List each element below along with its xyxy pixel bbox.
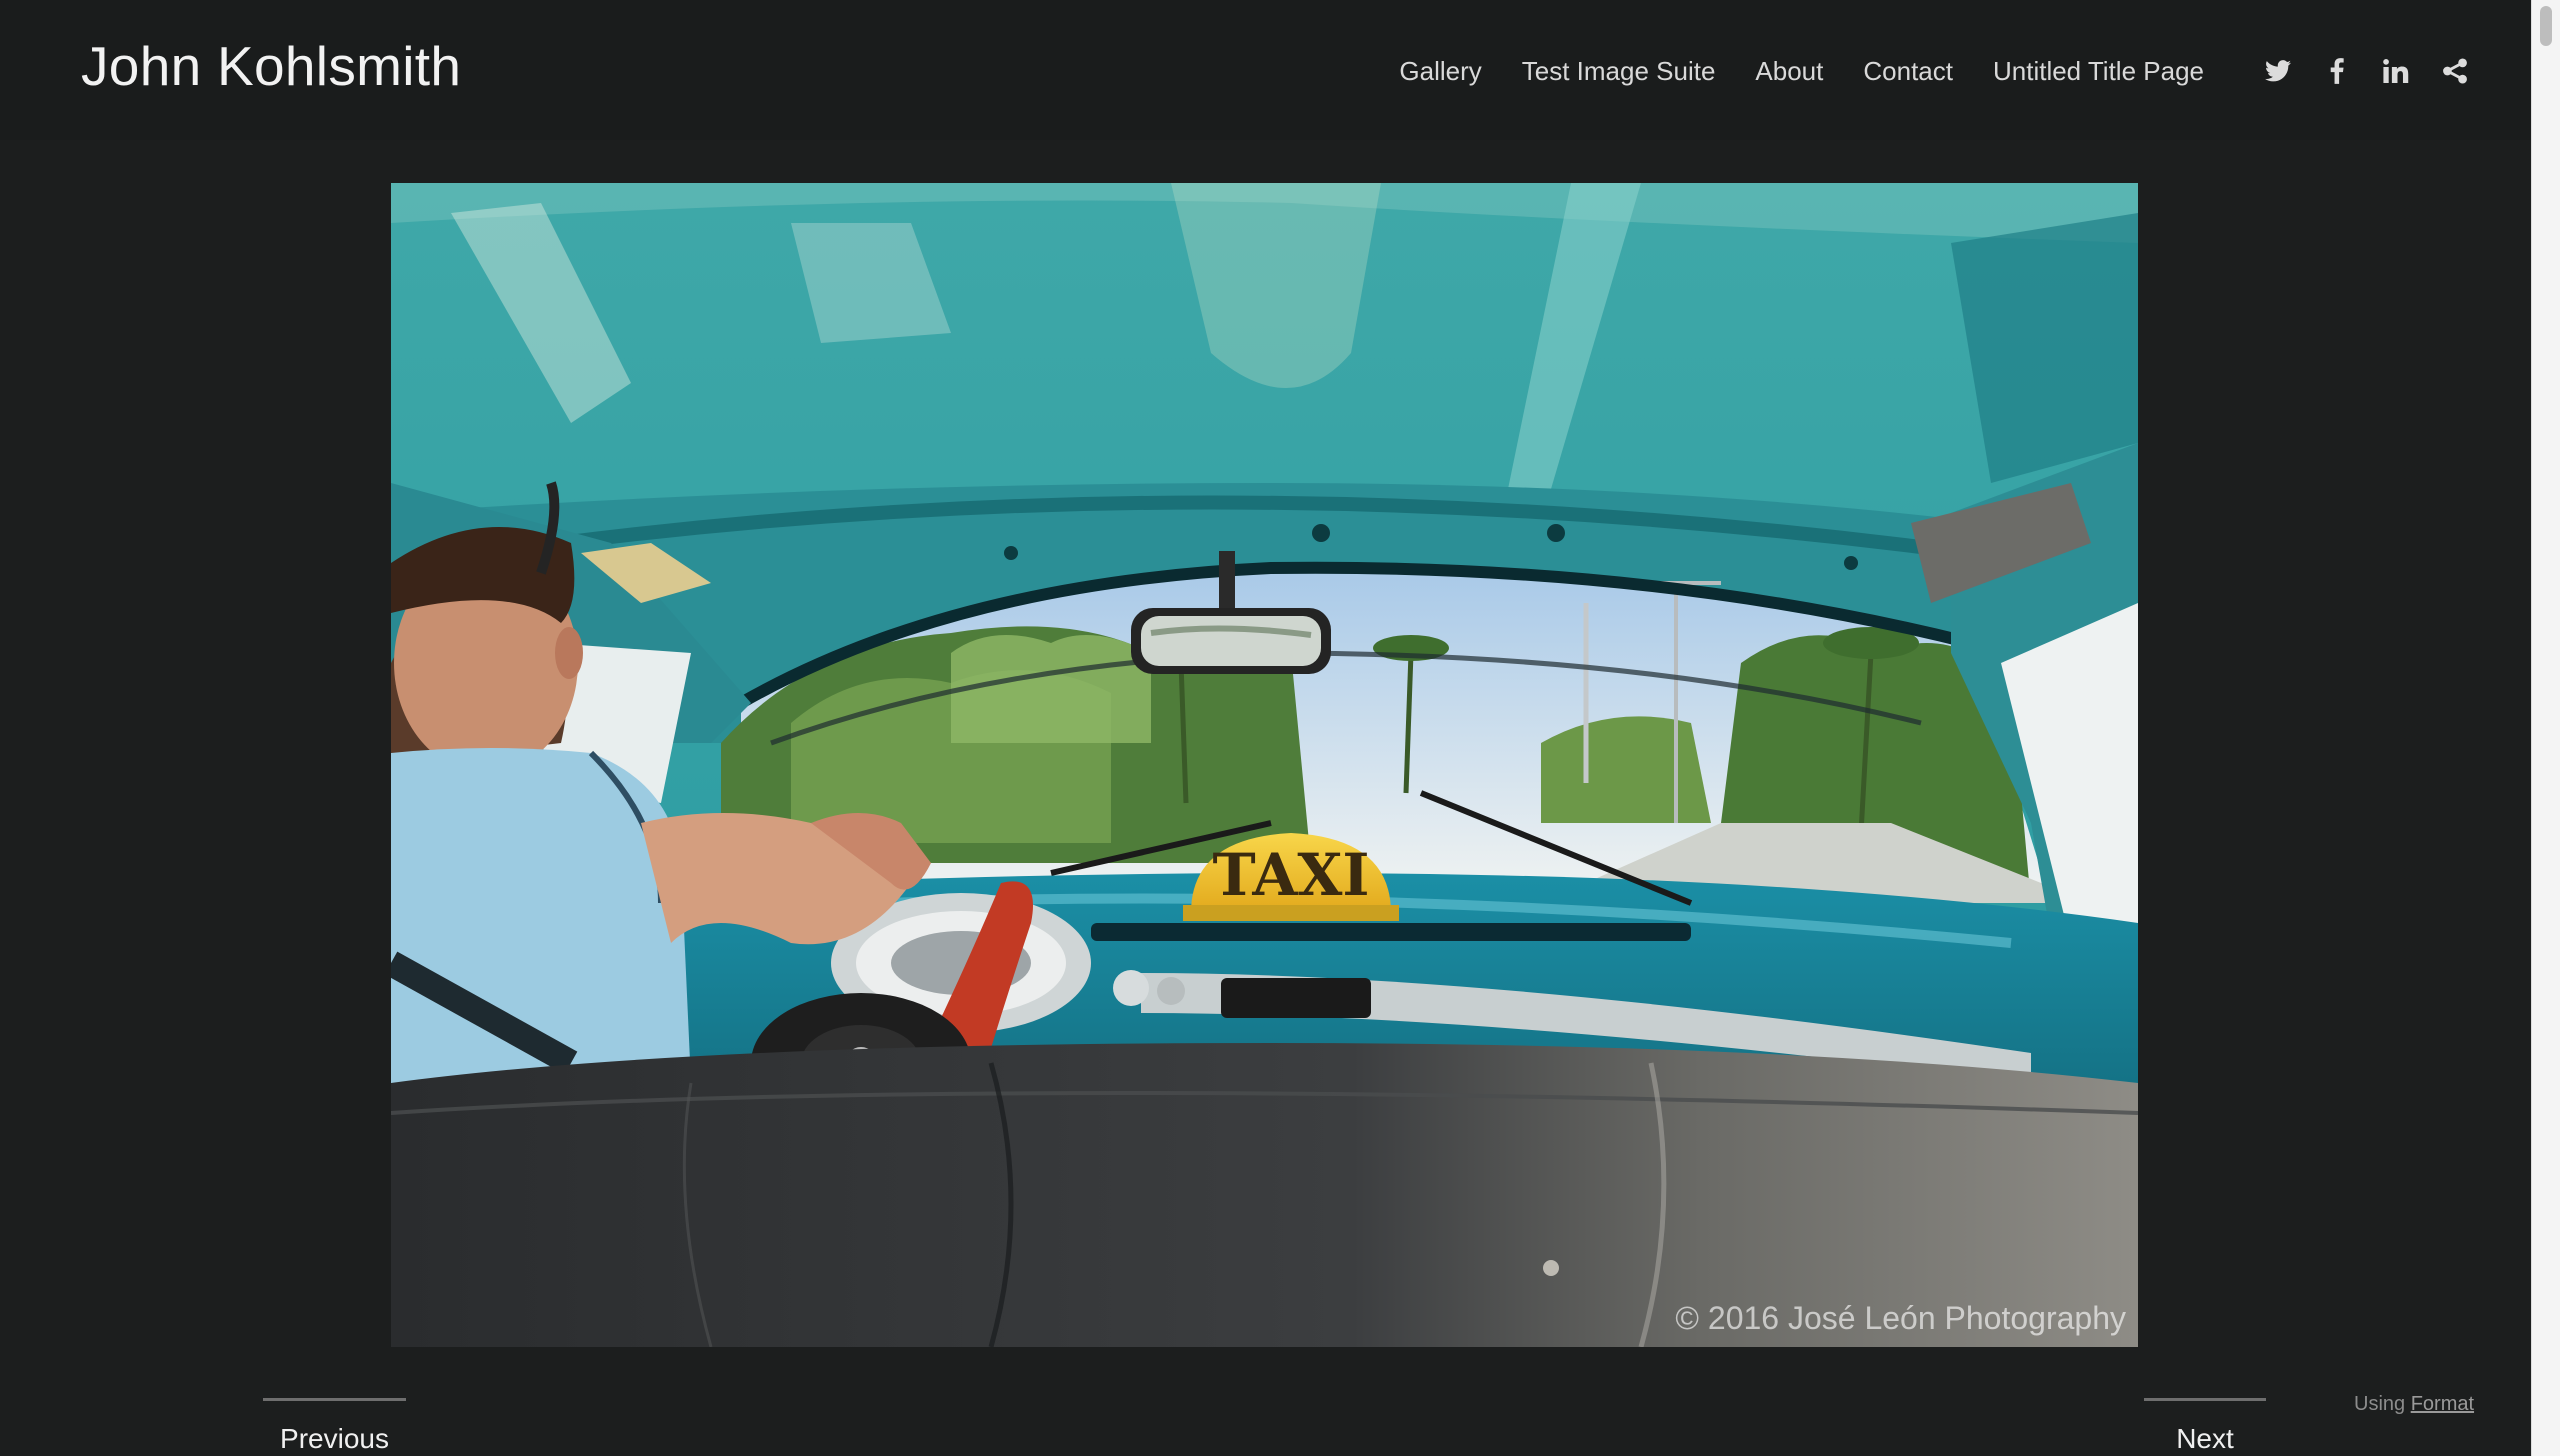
nav-link-gallery[interactable]: Gallery: [1399, 56, 1481, 87]
page: John Kohlsmith Gallery Test Image Suite …: [0, 0, 2560, 1456]
next-rule: [2144, 1398, 2266, 1401]
previous-label[interactable]: Previous: [263, 1423, 406, 1455]
scrollbar-thumb[interactable]: [2540, 6, 2552, 46]
nav-link-about[interactable]: About: [1755, 56, 1823, 87]
taxi-interior-illustration: TAXI: [391, 183, 2138, 1347]
format-link[interactable]: Format: [2411, 1393, 2474, 1415]
facebook-icon[interactable]: [2322, 56, 2352, 86]
nav-link-test-image-suite[interactable]: Test Image Suite: [1522, 56, 1716, 87]
nav-link-contact[interactable]: Contact: [1863, 56, 1953, 87]
platform-credit: Using Format: [2354, 1393, 2474, 1416]
previous-button[interactable]: Previous: [263, 1398, 406, 1456]
social-links: [2234, 56, 2470, 86]
main-nav: Gallery Test Image Suite About Contact U…: [1359, 52, 2470, 90]
site-title[interactable]: John Kohlsmith: [81, 34, 461, 98]
twitter-icon[interactable]: [2263, 56, 2293, 86]
gallery-photo[interactable]: TAXI © 2016 José León Photography: [391, 183, 2138, 1347]
linkedin-icon[interactable]: [2381, 56, 2411, 86]
share-icon[interactable]: [2440, 56, 2470, 86]
next-label[interactable]: Next: [2144, 1423, 2266, 1455]
previous-rule: [263, 1398, 406, 1401]
taxi-sign-text: TAXI: [1212, 841, 1369, 909]
photo-watermark: © 2016 José León Photography: [1675, 1300, 2126, 1336]
using-label: Using: [2354, 1393, 2406, 1415]
nav-link-untitled-title-page[interactable]: Untitled Title Page: [1993, 56, 2204, 87]
next-button[interactable]: Next: [2144, 1398, 2266, 1456]
vertical-scrollbar[interactable]: [2531, 0, 2560, 1456]
site-header: John Kohlsmith Gallery Test Image Suite …: [0, 0, 2532, 140]
